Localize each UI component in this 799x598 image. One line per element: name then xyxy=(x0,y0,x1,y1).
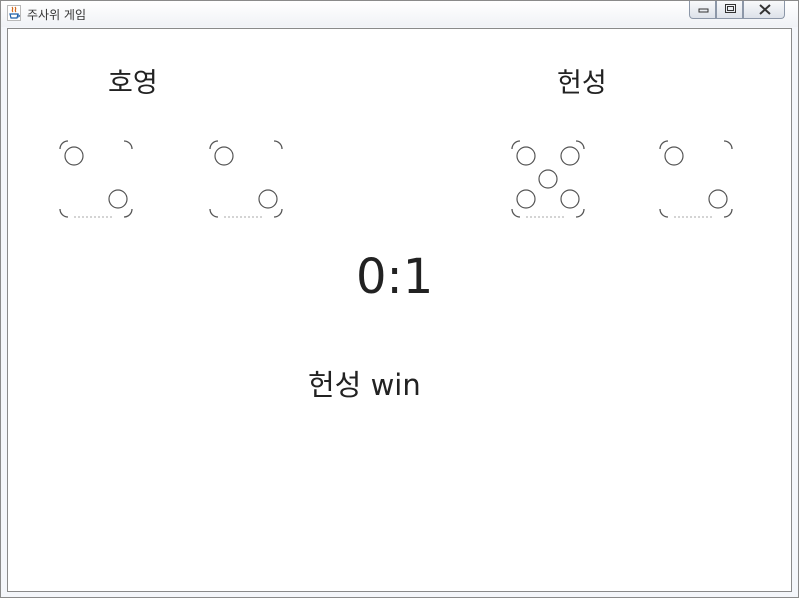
die-corner xyxy=(59,140,69,150)
die-pip xyxy=(108,189,128,209)
player2-name: 헌성 xyxy=(557,68,607,99)
die-pip xyxy=(664,146,684,166)
game-panel: 호영 헌성 0:1 헌성 win xyxy=(7,28,792,592)
die-corner xyxy=(723,140,733,150)
maximize-button[interactable] xyxy=(716,1,743,19)
die-pip xyxy=(258,189,278,209)
die-pip xyxy=(560,146,580,166)
die-corner xyxy=(209,208,219,218)
die-corner xyxy=(273,140,283,150)
minimize-icon xyxy=(698,8,709,13)
close-button[interactable] xyxy=(743,1,785,19)
die-image xyxy=(59,140,133,218)
die-image xyxy=(209,140,283,218)
score-display: 0:1 xyxy=(356,249,434,305)
die-pip xyxy=(538,169,558,189)
die-pip xyxy=(516,189,536,209)
window-title: 주사위 게임 xyxy=(27,8,87,22)
die-corner xyxy=(123,208,133,218)
die-corner xyxy=(511,140,521,150)
die-pip xyxy=(214,146,234,166)
die-pip xyxy=(64,146,84,166)
die-pip xyxy=(708,189,728,209)
app-window: 주사위 게임 호영 헌성 0:1 헌성 win xyxy=(0,0,799,598)
die-pip xyxy=(516,146,536,166)
result-message: 헌성 win xyxy=(308,368,421,402)
die-corner xyxy=(723,208,733,218)
maximize-icon xyxy=(725,4,736,13)
die-corner xyxy=(659,140,669,150)
die-corner xyxy=(273,208,283,218)
die-corner xyxy=(659,208,669,218)
die-corner xyxy=(575,140,585,150)
die-corner xyxy=(575,208,585,218)
java-icon xyxy=(7,5,21,21)
die-pip xyxy=(560,189,580,209)
die-image xyxy=(659,140,733,218)
die-corner xyxy=(511,208,521,218)
die-corner xyxy=(59,208,69,218)
die-corner xyxy=(209,140,219,150)
die-image xyxy=(511,140,585,218)
die-corner xyxy=(123,140,133,150)
close-icon xyxy=(759,4,771,15)
minimize-button[interactable] xyxy=(689,1,716,19)
title-bar[interactable]: 주사위 게임 xyxy=(1,1,798,27)
player1-name: 호영 xyxy=(108,68,158,99)
